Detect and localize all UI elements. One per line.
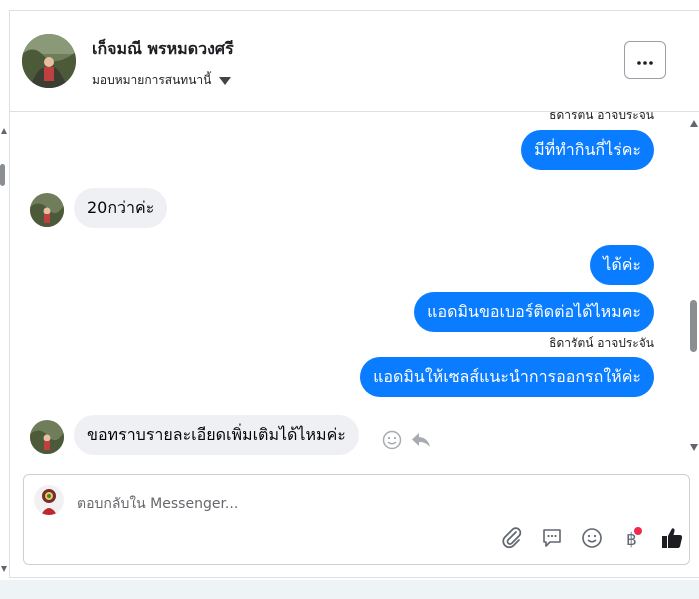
baht-icon[interactable]: ฿ <box>619 525 645 551</box>
contact-avatar-small <box>30 420 64 454</box>
assign-label: มอบหมายการสนทนานี้ <box>92 73 212 87</box>
left-scrollbar[interactable] <box>0 120 8 580</box>
conversation-header: เก็จมณี พรหมดวงศรี มอบหมายการสนทนานี้ <box>10 11 699 112</box>
ellipsis-icon <box>637 51 653 69</box>
assign-conversation-dropdown[interactable]: มอบหมายการสนทนานี้ <box>92 71 232 90</box>
page-footer-strip <box>0 580 699 599</box>
react-smiley-icon[interactable] <box>382 430 402 454</box>
message-actions <box>382 430 432 454</box>
outgoing-message[interactable]: มีที่ทำกินกี่ไร่คะ <box>521 130 654 170</box>
contact-name: เก็จมณี พรหมดวงศรี <box>92 39 234 58</box>
more-options-button[interactable] <box>624 41 666 79</box>
smiley-icon[interactable] <box>579 525 605 551</box>
sender-name: ธิดารัตน์ อาจประจัน <box>549 112 654 122</box>
thumbs-up-icon[interactable] <box>659 525 685 551</box>
outgoing-message[interactable]: แอดมินขอเบอร์ติดต่อได้ไหมคะ <box>414 292 654 332</box>
reply-composer: ตอบกลับใน Messenger... ฿ <box>23 474 690 565</box>
outgoing-message[interactable]: ได้ค่ะ <box>590 245 654 285</box>
caret-down-icon <box>219 74 232 88</box>
reply-icon[interactable] <box>410 431 432 453</box>
incoming-message[interactable]: ขอทราบรายละเอียดเพิ่มเติมได้ไหมค่ะ <box>74 415 359 455</box>
contact-avatar-small <box>30 193 64 227</box>
reply-input[interactable]: ตอบกลับใน Messenger... <box>77 493 238 515</box>
composer-toolbar: ฿ <box>499 525 685 551</box>
message-scrollbar[interactable] <box>689 112 699 462</box>
paperclip-icon[interactable] <box>499 525 525 551</box>
contact-avatar[interactable] <box>22 34 76 88</box>
chat-bubble-icon[interactable] <box>539 525 565 551</box>
conversation-panel: เก็จมณี พรหมดวงศรี มอบหมายการสนทนานี้ ธิ… <box>9 10 699 578</box>
outgoing-message[interactable]: แอดมินให้เซลส์แนะนำการออกรถให้ค่ะ <box>360 357 654 397</box>
message-thread[interactable]: ธิดารัตน์ อาจประจัน มีที่ทำกินกี่ไร่คะ 2… <box>10 112 699 466</box>
sender-name: ธิดารัตน์ อาจประจัน <box>549 336 654 350</box>
incoming-message[interactable]: 20กว่าค่ะ <box>74 188 168 228</box>
page-avatar <box>34 485 64 515</box>
